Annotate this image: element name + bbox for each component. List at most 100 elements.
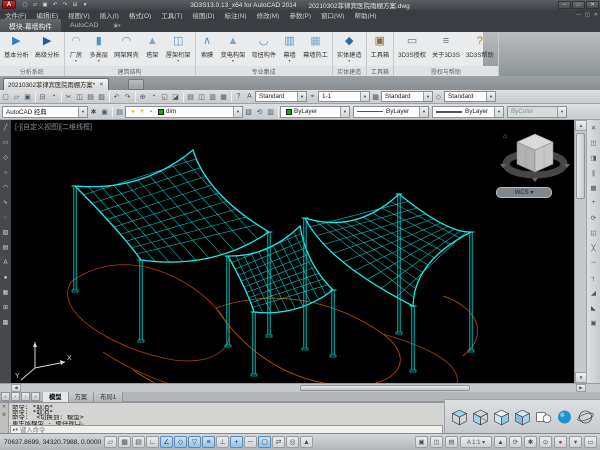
- infer-constraints-toggle[interactable]: ▱: [104, 436, 117, 448]
- ribbon-button[interactable]: ▦幕墙热工: [300, 33, 331, 66]
- menu-item[interactable]: 文件(F): [0, 10, 31, 19]
- ribbon-options-icon[interactable]: ▣▾: [107, 23, 126, 29]
- workspace-switch-button[interactable]: ✱: [524, 436, 537, 448]
- tab-nav-icon[interactable]: ›: [21, 392, 30, 401]
- lineweight-toggle[interactable]: ─: [244, 436, 257, 448]
- modify-tool-icon[interactable]: ◫: [588, 135, 600, 150]
- draw-tool-icon[interactable]: ●: [1, 270, 11, 285]
- layer-states-icon[interactable]: ▥: [265, 106, 276, 117]
- dim-style-combo-icon[interactable]: ⌖: [307, 91, 318, 102]
- table-style-combo-icon[interactable]: ▦: [370, 91, 381, 102]
- modify-tool-icon[interactable]: ⟳: [588, 210, 600, 225]
- annomonitor-toggle[interactable]: ▲: [300, 436, 313, 448]
- ortho-toggle[interactable]: ∟: [146, 436, 159, 448]
- close-button[interactable]: ✕: [586, 1, 599, 9]
- scroll-left-icon[interactable]: ◀: [11, 384, 21, 392]
- toolbar-icon[interactable]: ⊟: [37, 91, 48, 102]
- menu-item[interactable]: 帮助(H): [349, 10, 381, 19]
- ribbon-button[interactable]: ▣工具箱: [368, 33, 393, 66]
- transparency-toggle[interactable]: ▢: [258, 436, 271, 448]
- toolbar-icon[interactable]: ◔: [148, 91, 159, 102]
- visual-style-realistic-icon[interactable]: [554, 406, 575, 428]
- toolbar-icon[interactable]: ▨: [96, 91, 107, 102]
- scroll-right-icon[interactable]: ▶: [576, 384, 586, 392]
- save-icon[interactable]: ▣: [40, 1, 50, 10]
- ribbon-button[interactable]: ◠厂房▾: [66, 33, 87, 66]
- annotation-visibility-button[interactable]: ▲: [494, 436, 507, 448]
- draw-tool-icon[interactable]: ▨: [1, 225, 11, 240]
- visual-style-wire3d-icon[interactable]: [470, 406, 491, 428]
- toolbar-lock-button[interactable]: ⊙: [539, 436, 552, 448]
- visual-style-hidden-icon[interactable]: [491, 406, 512, 428]
- visual-style-xray-icon[interactable]: [575, 406, 596, 428]
- command-close-icon[interactable]: ✕: [2, 403, 6, 411]
- menu-item[interactable]: 格式(O): [124, 10, 156, 19]
- modify-tool-icon[interactable]: ◢: [588, 285, 600, 300]
- ribbon-button[interactable]: ◡弯扭构件: [248, 33, 279, 66]
- draw-tool-icon[interactable]: ▤: [1, 240, 11, 255]
- clean-screen-button[interactable]: ▭: [584, 436, 597, 448]
- lineweight-combo[interactable]: ByLayer▼: [432, 106, 504, 118]
- toolbar-icon[interactable]: ▤: [185, 91, 196, 102]
- draw-tool-icon[interactable]: ▦: [1, 285, 11, 300]
- workspace-settings-icon[interactable]: ✱: [88, 106, 99, 117]
- command-customize-icon[interactable]: ⚙: [2, 411, 6, 419]
- minimize-button[interactable]: –: [558, 1, 571, 9]
- osnap3d-toggle[interactable]: ▽: [188, 436, 201, 448]
- redo-icon[interactable]: ↷: [60, 1, 70, 10]
- text-style-combo[interactable]: Standard▼: [255, 91, 307, 102]
- tab-nav-icon[interactable]: »: [31, 392, 40, 401]
- menu-item[interactable]: 绘图(D): [188, 10, 220, 19]
- modify-tool-icon[interactable]: ∥: [588, 165, 600, 180]
- hscroll-thumb[interactable]: [300, 385, 470, 391]
- modify-tool-icon[interactable]: ▦: [588, 180, 600, 195]
- vscroll-thumb[interactable]: [576, 133, 585, 199]
- snap-toggle[interactable]: ▦: [118, 436, 131, 448]
- modify-tool-icon[interactable]: ◣: [588, 300, 600, 315]
- autocad-logo-icon[interactable]: A: [2, 0, 16, 9]
- modify-tool-icon[interactable]: ┐: [588, 270, 600, 285]
- menu-item[interactable]: 工具(T): [156, 10, 187, 19]
- workspace-combo[interactable]: AutoCAD 经典▼: [2, 106, 88, 118]
- vertical-scrollbar[interactable]: ▲ ▼: [574, 120, 586, 383]
- ribbon-button[interactable]: ▲变电构架▾: [218, 33, 249, 66]
- selectioncycle-toggle[interactable]: ◎: [286, 436, 299, 448]
- visual-style-grayshapes-icon[interactable]: [533, 406, 554, 428]
- viewcube[interactable]: ⌂: [500, 133, 570, 182]
- toolbar-icon[interactable]: ↶: [111, 91, 122, 102]
- toolbar-icon[interactable]: ◔: [48, 91, 59, 102]
- viewcube-wcs-pill[interactable]: WCS ▾: [496, 187, 552, 198]
- text-style-combo-icon[interactable]: A: [244, 91, 255, 102]
- modify-tool-icon[interactable]: ✕: [588, 120, 600, 135]
- ribbon-button[interactable]: ◠网架网壳: [111, 33, 142, 66]
- ducs-toggle[interactable]: ⊥: [216, 436, 229, 448]
- plot-icon[interactable]: ⊟: [70, 1, 80, 10]
- ribbon-button[interactable]: ▶基本分析: [1, 33, 32, 66]
- ribbon-button[interactable]: ∧索膜: [197, 33, 218, 66]
- layer-previous-icon[interactable]: ⟲: [254, 106, 265, 117]
- grid-toggle[interactable]: ▤: [132, 436, 145, 448]
- draw-tool-icon[interactable]: ▩: [1, 315, 11, 330]
- table-style-combo[interactable]: Standard▼: [381, 91, 433, 102]
- layer-properties-icon[interactable]: ▤: [114, 106, 125, 117]
- ribbon-button[interactable]: ▭3D3S授权: [395, 33, 429, 66]
- modify-tool-icon[interactable]: +: [588, 195, 600, 210]
- toolbar-icon[interactable]: ▢: [0, 91, 11, 102]
- open-file-icon[interactable]: ▱: [30, 1, 40, 10]
- toolbar-icon[interactable]: ◱: [159, 91, 170, 102]
- quickprops-toggle[interactable]: ⇄: [272, 436, 285, 448]
- toolbar-icon[interactable]: ✂: [63, 91, 74, 102]
- draw-tool-icon[interactable]: ◇: [1, 150, 11, 165]
- ribbon-tab[interactable]: 模块-幕墙构件: [0, 19, 61, 32]
- toolbar-icon[interactable]: ?: [233, 91, 244, 102]
- otrack-toggle[interactable]: ≡: [202, 436, 215, 448]
- menu-item[interactable]: 插入(I): [95, 10, 124, 19]
- undo-icon[interactable]: ↶: [50, 1, 60, 10]
- toolbar-icon[interactable]: ◪: [170, 91, 181, 102]
- ribbon-button[interactable]: ▥幕墙▾: [279, 33, 300, 66]
- doc-close-icon[interactable]: ✕: [594, 12, 598, 18]
- quickview-layouts-button[interactable]: ◫: [430, 436, 443, 448]
- draw-tool-icon[interactable]: ◌: [1, 210, 11, 225]
- maximize-button[interactable]: □: [572, 1, 585, 9]
- draw-tool-icon[interactable]: ⊞: [1, 300, 11, 315]
